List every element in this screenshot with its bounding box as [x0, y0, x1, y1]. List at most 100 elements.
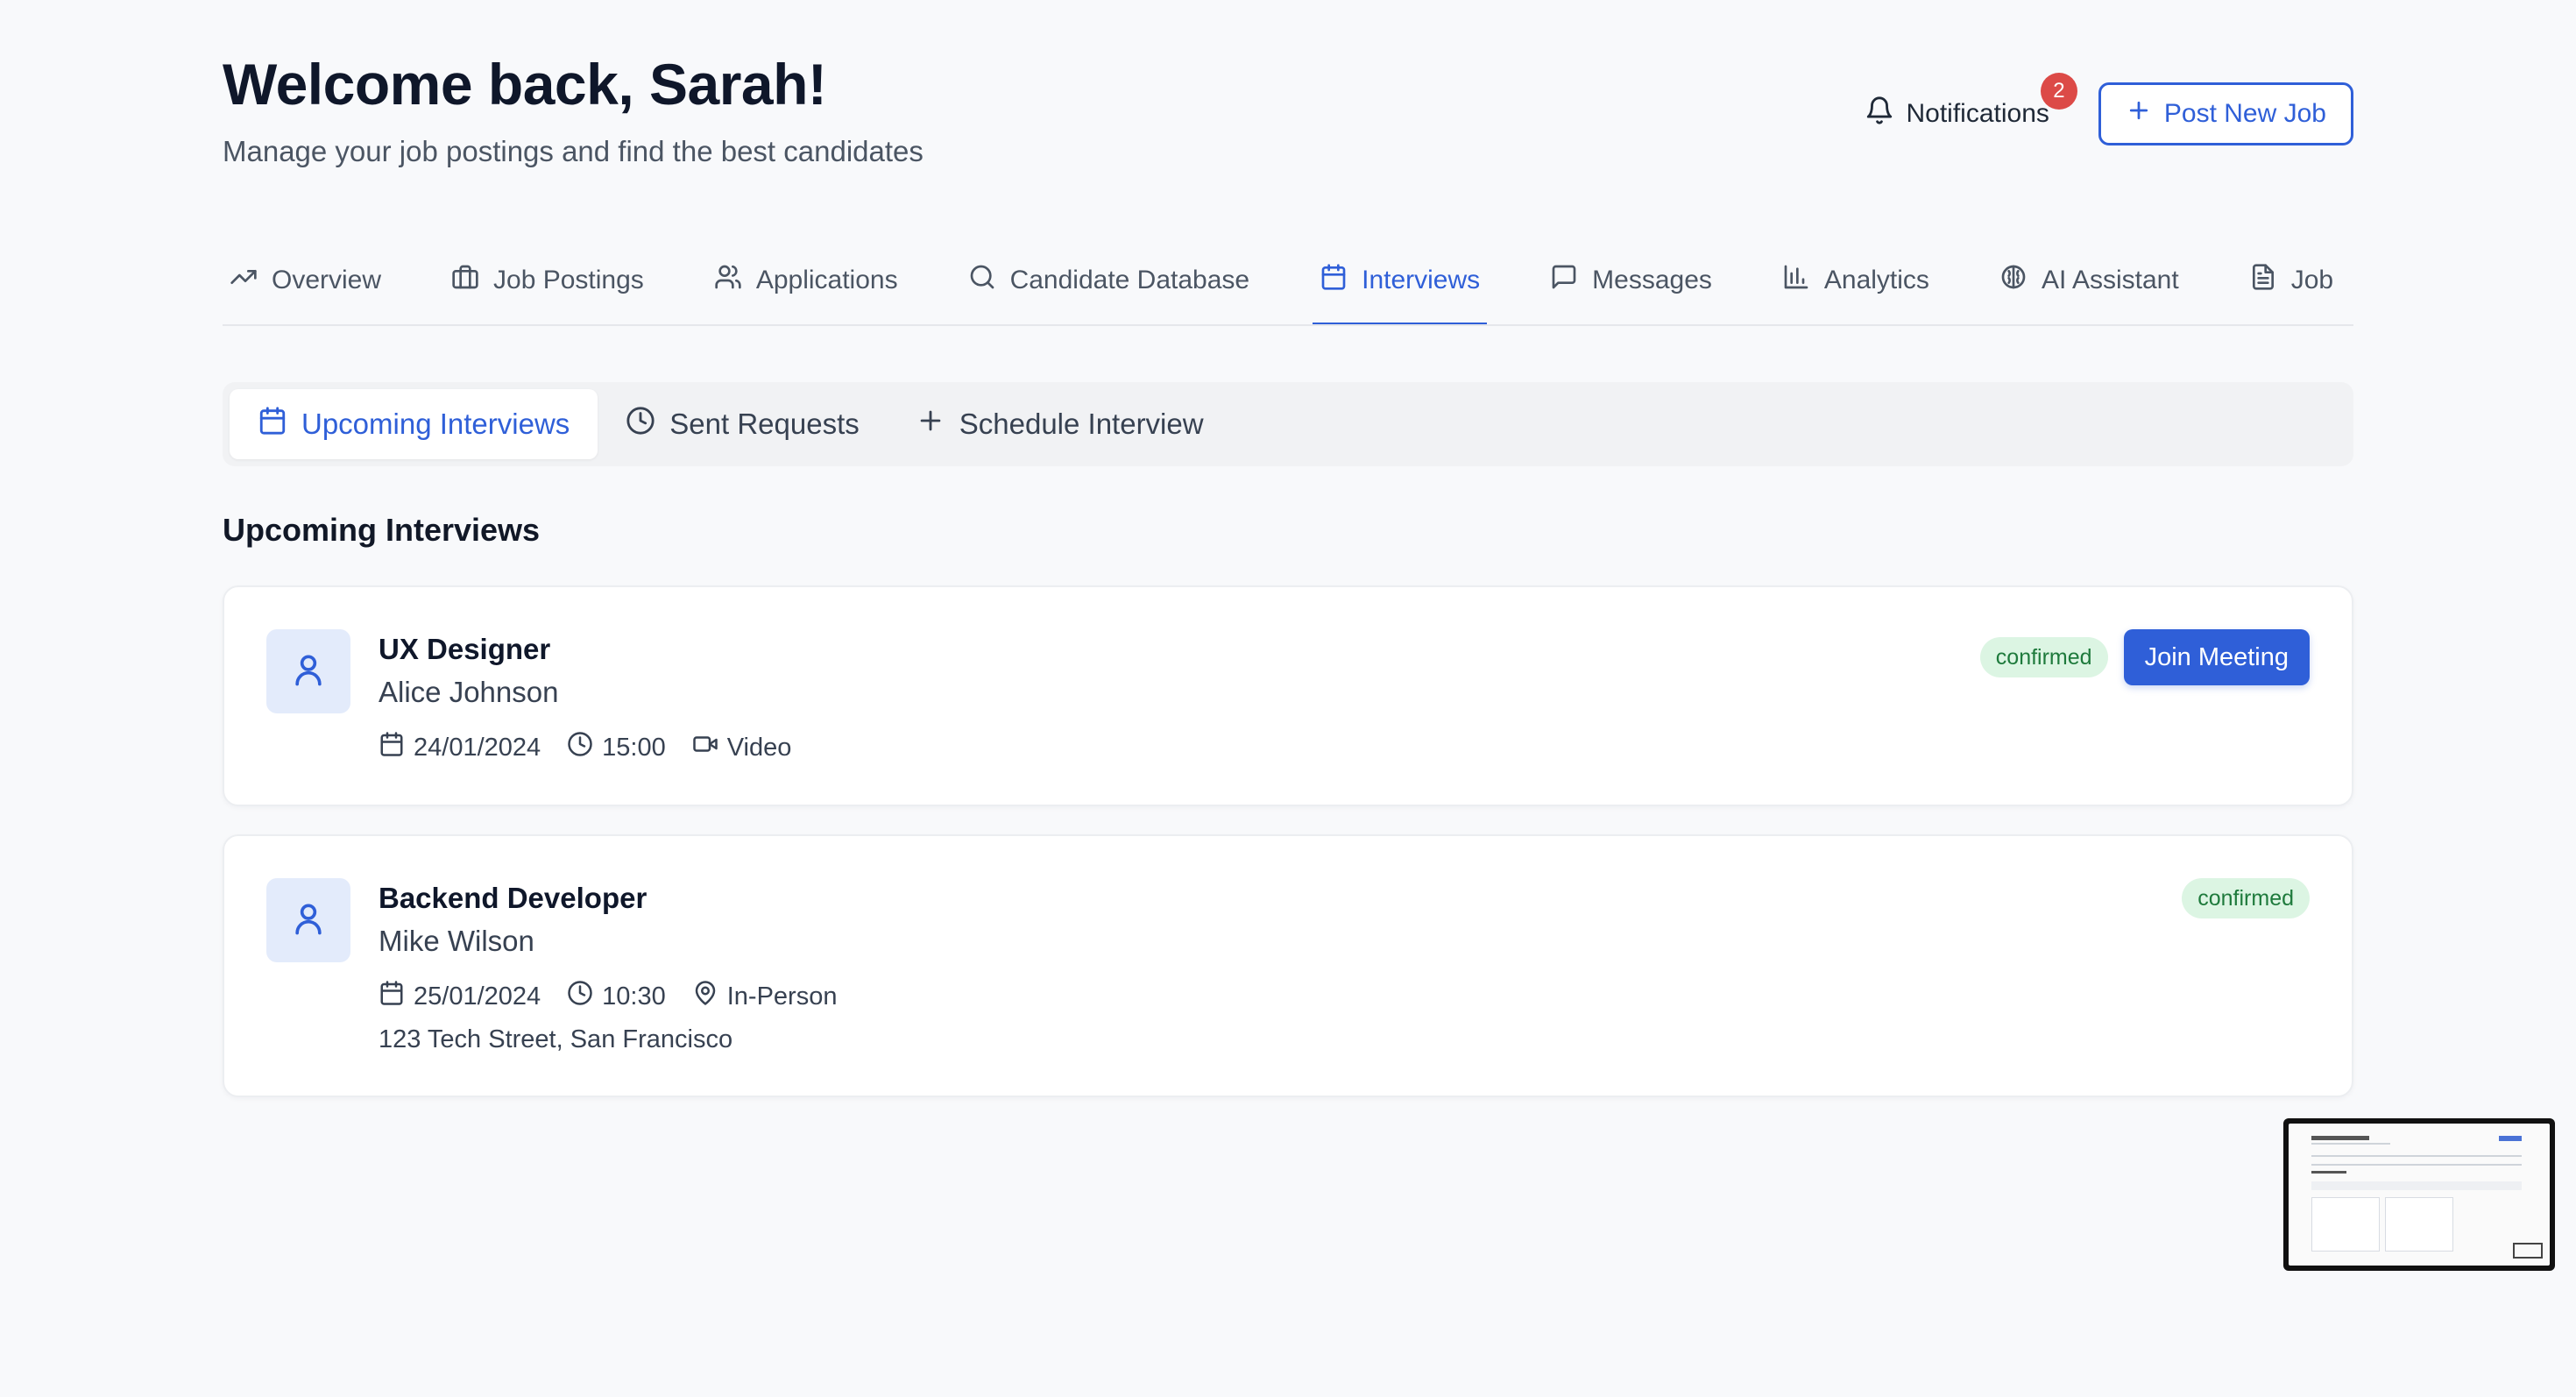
tab-candidate-database[interactable]: Candidate Database: [961, 237, 1257, 324]
interview-date: 24/01/2024: [379, 731, 541, 764]
tab-applications[interactable]: Applications: [707, 237, 905, 324]
tab-label: Job: [2290, 266, 2334, 294]
page-subtitle: Manage your job postings and find the be…: [223, 135, 924, 167]
clock-icon: [626, 406, 655, 443]
minimap-preview: [2289, 1124, 2550, 1266]
minimap-subtitle: [2311, 1143, 2390, 1145]
section-title: Upcoming Interviews: [223, 512, 541, 548]
subtab-label: Sent Requests: [669, 408, 860, 440]
job-title: UX Designer: [379, 633, 551, 665]
tab-label: Applications: [755, 266, 898, 294]
minimap-card: [2385, 1197, 2453, 1252]
main-tab-bar: Overview Job Postings Applications Candi…: [223, 237, 2353, 326]
map-pin-icon: [692, 980, 718, 1013]
tab-label: Messages: [1592, 266, 1712, 294]
subtab-label: Schedule Interview: [959, 408, 1204, 440]
avatar: [266, 629, 350, 713]
clock-icon: [567, 980, 593, 1013]
job-title: Backend Developer: [379, 882, 648, 914]
header-actions: Notifications 2 Post New Job: [1865, 73, 2353, 145]
candidate-name: Mike Wilson: [379, 925, 534, 957]
calendar-icon: [379, 731, 405, 764]
interview-location: 123 Tech Street, San Francisco: [379, 1025, 733, 1053]
post-new-job-button[interactable]: Post New Job: [2098, 82, 2353, 145]
minimap-search: [2311, 1181, 2522, 1190]
subtab-upcoming-interviews[interactable]: Upcoming Interviews: [230, 389, 598, 459]
minimap-section: [2311, 1171, 2346, 1174]
briefcase-icon: [451, 263, 479, 298]
candidate-name: Alice Johnson: [379, 676, 559, 708]
video-icon: [692, 731, 718, 764]
search-icon: [968, 263, 996, 298]
page-header: Welcome back, Sarah! Manage your job pos…: [223, 0, 2353, 175]
interview-type: In-Person: [692, 980, 838, 1013]
notifications-button[interactable]: Notifications 2: [1865, 73, 2077, 132]
user-icon: [289, 650, 328, 693]
interview-time: 15:00: [567, 731, 666, 764]
tab-ai-assistant[interactable]: AI Assistant: [1992, 237, 2186, 324]
interview-meta: 25/01/2024 10:30 In-Person: [379, 980, 837, 1013]
clock-icon: [567, 731, 593, 764]
minimap-tabs: [2311, 1155, 2522, 1157]
tab-label: AI Assistant: [2041, 266, 2179, 294]
minimap-divider: [2311, 1164, 2522, 1166]
bell-icon: [1865, 96, 1894, 132]
card-actions: confirmed Join Meeting: [1979, 629, 2310, 685]
time-text: 15:00: [602, 733, 666, 762]
card-actions: confirmed: [2182, 878, 2310, 918]
main-container: Welcome back, Sarah! Manage your job pos…: [223, 0, 2353, 1097]
tab-job-postings[interactable]: Job Postings: [444, 237, 651, 324]
page-minimap[interactable]: [2283, 1118, 2555, 1271]
avatar: [266, 878, 350, 962]
interview-card: UX Designer Alice Johnson 24/01/2024 15:…: [223, 585, 2353, 806]
time-text: 10:30: [602, 982, 666, 1011]
type-text: In-Person: [726, 982, 838, 1011]
interview-card: Backend Developer Mike Wilson 25/01/2024…: [223, 834, 2353, 1097]
plus-icon: [2126, 97, 2152, 131]
tab-label: Analytics: [1823, 266, 1929, 294]
post-new-job-label: Post New Job: [2163, 99, 2326, 128]
subtab-schedule-interview[interactable]: Schedule Interview: [888, 389, 1232, 459]
tab-analytics[interactable]: Analytics: [1775, 237, 1936, 324]
users-icon: [714, 263, 742, 298]
notifications-label: Notifications: [1906, 99, 2049, 128]
tab-label: Job Postings: [493, 266, 644, 294]
date-text: 25/01/2024: [414, 982, 541, 1011]
page: Welcome back, Sarah! Manage your job pos…: [0, 0, 2576, 1397]
interview-sub-tabs: Upcoming Interviews Sent Requests Schedu…: [223, 382, 2353, 466]
interview-type: Video: [692, 731, 792, 764]
status-badge: confirmed: [2182, 878, 2310, 918]
subtab-label: Upcoming Interviews: [301, 408, 570, 440]
interview-date: 25/01/2024: [379, 980, 541, 1013]
tab-label: Interviews: [1362, 266, 1481, 294]
calendar-icon: [379, 980, 405, 1013]
bar-chart-icon: [1782, 263, 1810, 298]
plus-icon: [916, 406, 945, 443]
minimap-viewport[interactable]: [2513, 1243, 2543, 1259]
page-title: Welcome back, Sarah!: [223, 52, 827, 117]
date-text: 24/01/2024: [414, 733, 541, 762]
tab-label: Overview: [272, 266, 382, 294]
tab-overview[interactable]: Overview: [223, 237, 388, 324]
status-badge: confirmed: [1979, 637, 2108, 677]
minimap-button: [2499, 1136, 2522, 1141]
interview-meta: 24/01/2024 15:00 Video: [379, 731, 791, 764]
brain-icon: [1999, 263, 2028, 298]
calendar-icon: [1320, 263, 1348, 298]
tab-interviews[interactable]: Interviews: [1313, 237, 1488, 324]
message-icon: [1550, 263, 1578, 298]
tab-messages[interactable]: Messages: [1543, 237, 1719, 324]
interview-time: 10:30: [567, 980, 666, 1013]
calendar-icon: [258, 406, 287, 443]
type-text: Video: [726, 733, 792, 762]
minimap-card: [2311, 1197, 2380, 1252]
interview-info: Backend Developer Mike Wilson 25/01/2024…: [379, 878, 837, 1054]
user-icon: [289, 899, 328, 942]
subtab-sent-requests[interactable]: Sent Requests: [598, 389, 887, 459]
minimap-title: [2311, 1136, 2369, 1140]
join-meeting-button[interactable]: Join Meeting: [2123, 629, 2310, 685]
notifications-count-badge: 2: [2040, 73, 2077, 110]
file-icon: [2249, 263, 2277, 298]
tab-job[interactable]: Job: [2242, 237, 2340, 324]
tab-label: Candidate Database: [1009, 266, 1250, 294]
